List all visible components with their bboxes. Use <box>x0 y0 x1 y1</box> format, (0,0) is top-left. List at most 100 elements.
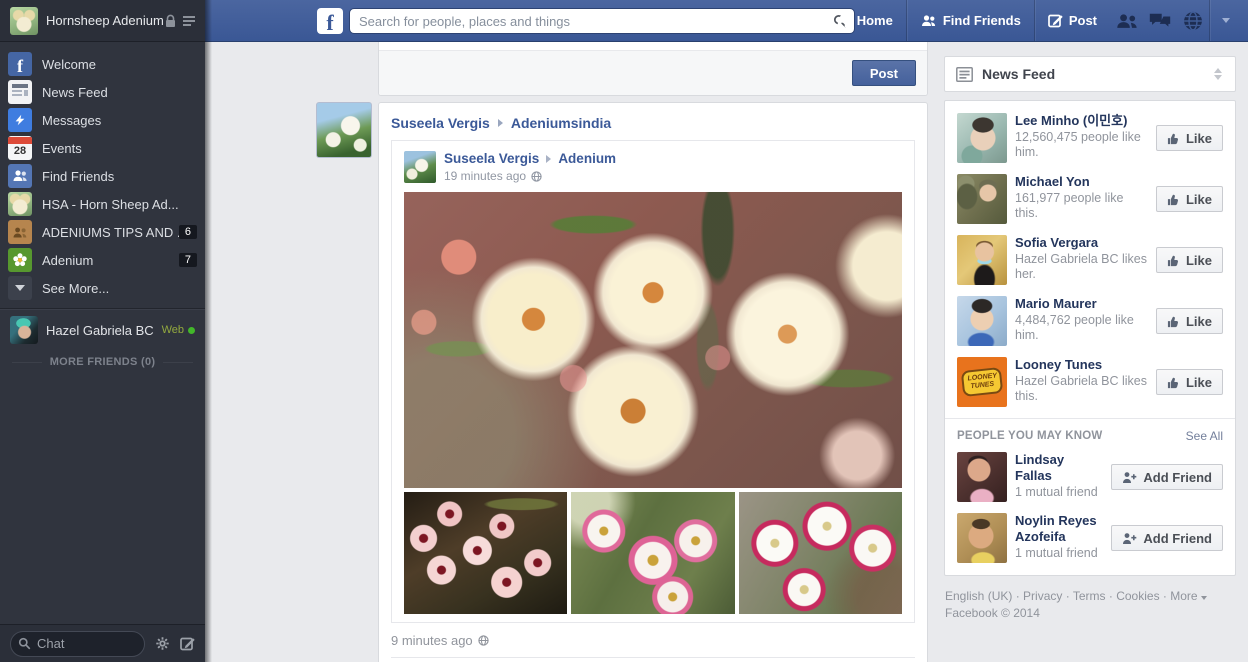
nav-find-friends[interactable]: Find Friends <box>907 0 1034 41</box>
post-header: Suseela Vergis Adeniumsindia <box>391 115 915 131</box>
nav-post[interactable]: Post <box>1035 0 1110 41</box>
pymk-avatar[interactable] <box>957 513 1007 563</box>
chevron-down-icon <box>8 276 32 300</box>
chevron-down-icon <box>1200 596 1207 600</box>
footer-link-cookies[interactable]: Cookies <box>1116 589 1159 603</box>
post-timestamp[interactable]: 9 minutes ago <box>391 633 473 648</box>
messages-icon <box>1149 13 1170 27</box>
like-page-button[interactable]: Like <box>1155 247 1223 273</box>
pymk-row: Lindsay Fallas 1 mutual friend Add Frien… <box>957 452 1223 502</box>
thumbs-up-icon <box>1167 316 1178 327</box>
like-page-button[interactable]: Like <box>1155 308 1223 334</box>
sidebar-item-events[interactable]: 28 Events <box>0 134 205 162</box>
search-icon <box>18 637 31 649</box>
suggestion-row: Michael Yon 161,977 people like this. Li… <box>957 174 1223 224</box>
footer-link-terms[interactable]: Terms <box>1073 589 1106 603</box>
nav-home[interactable]: Home <box>822 0 906 41</box>
post-action-bar: Like Comment Share <box>391 657 915 662</box>
sidebar-item-messages[interactable]: Messages <box>0 106 205 134</box>
people-icon <box>8 164 32 188</box>
page-story-avatar[interactable] <box>316 102 372 158</box>
sidebar-item-find-friends[interactable]: Find Friends <box>0 162 205 190</box>
composer-text-area[interactable] <box>379 42 927 51</box>
photo-thumbnail-2[interactable] <box>571 492 735 614</box>
shared-post-avatar[interactable] <box>404 151 436 183</box>
chevron-right-icon <box>497 119 503 127</box>
suggestion-avatar[interactable]: LOONEY TUNES <box>957 357 1007 407</box>
unread-badge: 6 <box>178 225 197 239</box>
sidebar-profile-header[interactable]: Hornsheep Adenium <box>0 0 205 42</box>
thumbs-up-icon <box>1167 194 1178 205</box>
pymk-avatar[interactable] <box>957 452 1007 502</box>
sidebar-nav: f Welcome News Feed Messages 28 Events F… <box>0 42 205 302</box>
like-page-button[interactable]: Like <box>1155 369 1223 395</box>
like-page-button[interactable]: Like <box>1155 125 1223 151</box>
feed-sort-control[interactable] <box>1212 64 1224 84</box>
add-friend-button[interactable]: Add Friend <box>1111 525 1223 551</box>
messages-jewel[interactable] <box>1143 0 1176 41</box>
friend-requests-jewel[interactable] <box>1110 0 1143 41</box>
sort-up-icon <box>1214 68 1222 73</box>
sidebar-item-adenium[interactable]: Adenium 7 <box>0 246 205 274</box>
notifications-jewel[interactable] <box>1176 0 1209 41</box>
like-page-button[interactable]: Like <box>1155 186 1223 212</box>
shared-audience-link[interactable]: Adenium <box>558 151 616 166</box>
pymk-see-all-link[interactable]: See All <box>1186 429 1223 443</box>
chevron-down-icon <box>1222 18 1230 23</box>
photo-thumbnail-1[interactable] <box>404 492 568 614</box>
privacy-globe-icon <box>477 635 489 646</box>
profile-avatar[interactable] <box>10 6 38 35</box>
calendar-icon: 28 <box>8 136 32 160</box>
lock-icon[interactable] <box>164 14 177 28</box>
footer-copyright: Facebook © 2014 <box>945 606 1040 620</box>
page-footer: English (UK) · Privacy · Terms · Cookies… <box>944 588 1236 622</box>
post-author-link[interactable]: Suseela Vergis <box>391 115 490 131</box>
sidebar-item-hsa-group[interactable]: HSA - Horn Sheep Ad... <box>0 190 205 218</box>
thumbs-up-icon <box>1167 255 1178 266</box>
globe-notifications-icon <box>1183 10 1202 31</box>
shared-post-timestamp[interactable]: 19 minutes ago <box>444 169 526 183</box>
shared-post-header: Suseela Vergis Adenium <box>444 151 616 166</box>
sidebar-item-welcome[interactable]: f Welcome <box>0 50 205 78</box>
news-feed-header[interactable]: News Feed <box>944 56 1236 92</box>
list-menu-icon[interactable] <box>183 15 195 27</box>
feed-column: Post Suseela Vergis Adeniumsindia Suseel… <box>378 42 928 662</box>
suggestion-avatar[interactable] <box>957 113 1007 163</box>
chat-settings-gear-icon[interactable] <box>155 636 170 651</box>
footer-link-language[interactable]: English (UK) <box>945 589 1012 603</box>
suggestion-avatar[interactable] <box>957 296 1007 346</box>
right-rail: News Feed Lee Minho (이민호) 12,560,475 peo… <box>944 56 1236 622</box>
left-sidebar: Hornsheep Adenium f Welcome News Feed Me… <box>0 0 212 662</box>
sidebar-item-adeniums-tips[interactable]: ADENIUMS TIPS AND ... 6 <box>0 218 205 246</box>
global-search-input[interactable] <box>349 8 855 34</box>
pymk-title: PEOPLE YOU MAY KNOW <box>957 430 1103 442</box>
suggestion-avatar[interactable] <box>957 174 1007 224</box>
friend-row-hazel[interactable]: Hazel Gabriela BC Web <box>0 314 205 346</box>
photo-thumbnail-3[interactable] <box>738 492 902 614</box>
footer-link-privacy[interactable]: Privacy <box>1023 589 1062 603</box>
facebook-logo[interactable]: f <box>317 8 343 35</box>
suggestion-row: Lee Minho (이민호) 12,560,475 people like h… <box>957 113 1223 163</box>
profile-name: Hornsheep Adenium <box>46 13 164 28</box>
account-menu-caret[interactable] <box>1210 0 1240 41</box>
sidebar-item-news-feed[interactable]: News Feed <box>0 78 205 106</box>
composer-post-button[interactable]: Post <box>851 60 916 86</box>
suggestion-row: LOONEY TUNES Looney Tunes Hazel Gabriela… <box>957 357 1223 407</box>
shared-post: Suseela Vergis Adenium 19 minutes ago <box>391 140 915 623</box>
suggestion-row: Mario Maurer 4,484,762 people like him. … <box>957 296 1223 346</box>
footer-link-more[interactable]: More <box>1170 589 1197 603</box>
shared-author-link[interactable]: Suseela Vergis <box>444 151 539 166</box>
compose-icon <box>1047 14 1063 28</box>
presence-label: Web <box>161 324 184 336</box>
messenger-icon <box>8 108 32 132</box>
post-audience-link[interactable]: Adeniumsindia <box>511 115 611 131</box>
post-composer: Post <box>378 42 928 96</box>
suggestions-card: Lee Minho (이민호) 12,560,475 people like h… <box>944 100 1236 576</box>
suggestion-avatar[interactable] <box>957 235 1007 285</box>
sheep-avatar-icon <box>8 192 32 216</box>
sidebar-item-see-more[interactable]: See More... <box>0 274 205 302</box>
post-photo-main[interactable] <box>404 192 902 488</box>
find-friends-icon <box>921 14 935 26</box>
add-friend-button[interactable]: Add Friend <box>1111 464 1223 490</box>
new-message-icon[interactable] <box>180 636 195 651</box>
